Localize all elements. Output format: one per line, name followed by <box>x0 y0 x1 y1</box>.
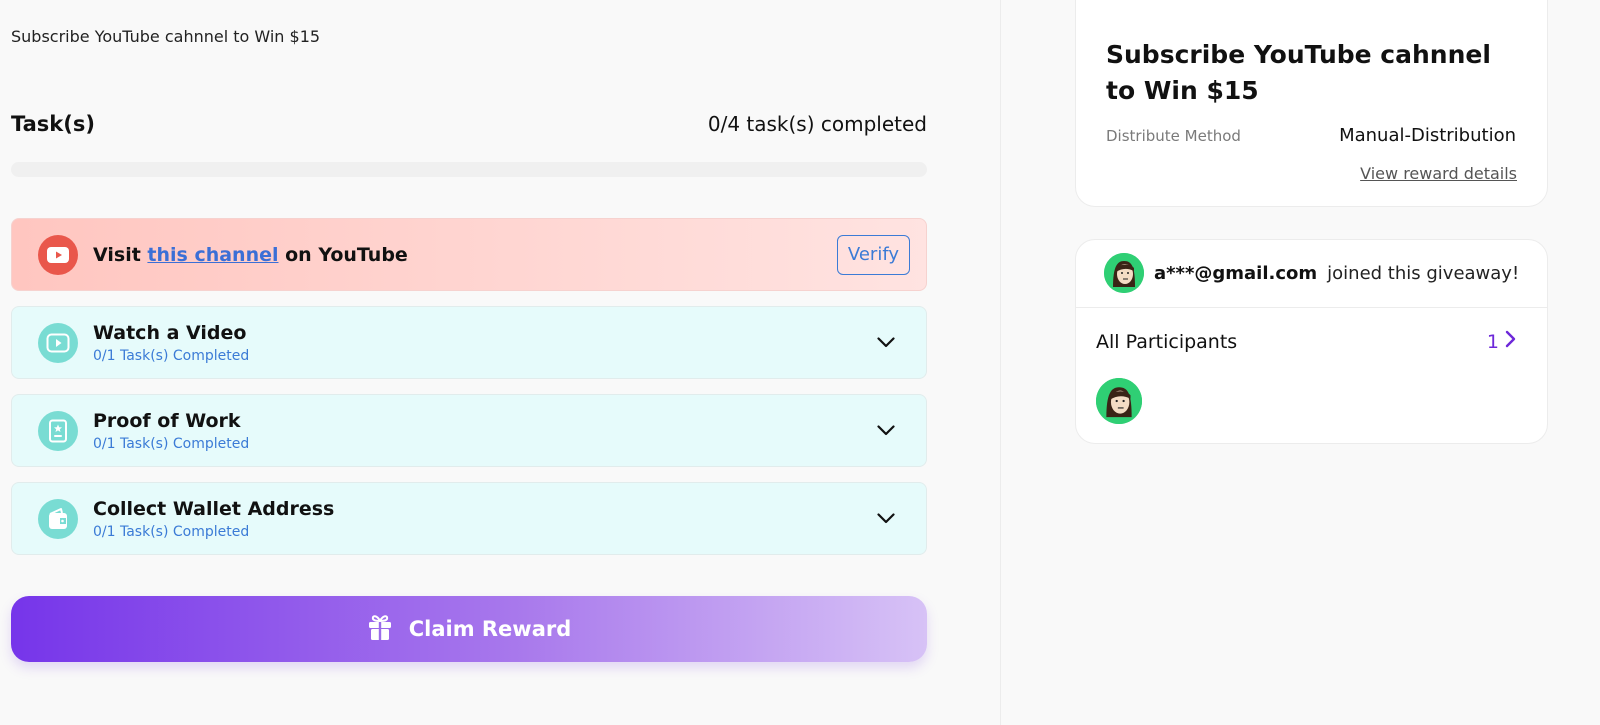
all-participants-row: All Participants 1 <box>1096 330 1516 353</box>
card-divider <box>1076 307 1547 308</box>
sidebar-panel: Subscribe YouTube cahnnel to Win $15 Dis… <box>1001 0 1600 725</box>
all-participants-link[interactable]: 1 <box>1487 330 1516 353</box>
chevron-down-icon[interactable] <box>864 409 908 453</box>
claim-reward-label: Claim Reward <box>408 617 572 641</box>
distribute-method-value: Manual-Distribution <box>1339 125 1516 146</box>
task-visit-prefix: Visit <box>93 243 148 266</box>
task-wallet-body: Collect Wallet Address 0/1 Task(s) Compl… <box>93 498 864 540</box>
task-proof-subtitle: 0/1 Task(s) Completed <box>93 435 250 452</box>
task-watch-subtitle: 0/1 Task(s) Completed <box>93 347 250 364</box>
tasks-header: Task(s) 0/4 task(s) completed <box>11 112 927 136</box>
reward-title: Subscribe YouTube cahnnel to Win $15 <box>1106 40 1491 105</box>
verify-button[interactable]: Verify <box>836 234 910 275</box>
task-wallet-subtitle: 0/1 Task(s) Completed <box>93 523 250 540</box>
youtube-icon <box>38 234 78 275</box>
video-play-icon <box>38 322 78 363</box>
task-proof-body: Proof of Work 0/1 Task(s) Completed <box>93 410 864 452</box>
tasks-panel: Subscribe YouTube cahnnel to Win $15 Tas… <box>0 0 1000 725</box>
recent-participant-text: joined this giveaway! <box>1327 262 1520 284</box>
chevron-down-icon[interactable] <box>864 497 908 541</box>
chevron-right-icon <box>1505 330 1516 353</box>
recent-participant-email: a***@gmail.com <box>1154 262 1318 284</box>
task-watch-title: Watch a Video <box>93 321 247 344</box>
task-proof-of-work[interactable]: Proof of Work 0/1 Task(s) Completed <box>11 394 927 467</box>
distribute-method-row: Distribute Method Manual-Distribution <box>1106 125 1516 146</box>
task-visit-body: Visit this channel on YouTube <box>93 244 837 266</box>
gift-icon <box>367 613 393 646</box>
task-collect-wallet[interactable]: Collect Wallet Address 0/1 Task(s) Compl… <box>11 482 927 555</box>
task-wallet-title: Collect Wallet Address <box>93 497 335 520</box>
task-watch-body: Watch a Video 0/1 Task(s) Completed <box>93 322 864 364</box>
participants-card: a***@gmail.com joined this giveaway! All… <box>1075 239 1548 444</box>
task-watch-video[interactable]: Watch a Video 0/1 Task(s) Completed <box>11 306 927 379</box>
participants-count: 1 <box>1486 330 1499 353</box>
reward-card: Subscribe YouTube cahnnel to Win $15 Dis… <box>1075 0 1548 207</box>
task-visit-channel: Visit this channel on YouTube Verify <box>11 218 927 291</box>
all-participants-heading: All Participants <box>1096 330 1238 353</box>
tasks-progress-bar <box>11 162 927 177</box>
claim-reward-button[interactable]: Claim Reward <box>11 596 927 662</box>
view-reward-details-link[interactable]: View reward details <box>1360 164 1517 183</box>
avatar <box>1104 253 1144 293</box>
channel-link[interactable]: this channel <box>147 244 278 266</box>
distribute-method-label: Distribute Method <box>1106 126 1241 145</box>
wallet-icon <box>38 498 78 539</box>
badge-document-icon <box>38 410 78 451</box>
participant-avatar[interactable] <box>1096 378 1142 424</box>
task-visit-title: Visit this channel on YouTube <box>93 244 837 266</box>
campaign-description: Subscribe YouTube cahnnel to Win $15 <box>11 27 321 46</box>
tasks-heading: Task(s) <box>11 112 95 136</box>
chevron-down-icon[interactable] <box>864 321 908 365</box>
recent-join-row: a***@gmail.com joined this giveaway! <box>1104 253 1519 293</box>
tasks-completed-count: 0/4 task(s) completed <box>707 112 927 136</box>
task-visit-suffix: on YouTube <box>278 243 408 266</box>
task-proof-title: Proof of Work <box>93 409 241 432</box>
